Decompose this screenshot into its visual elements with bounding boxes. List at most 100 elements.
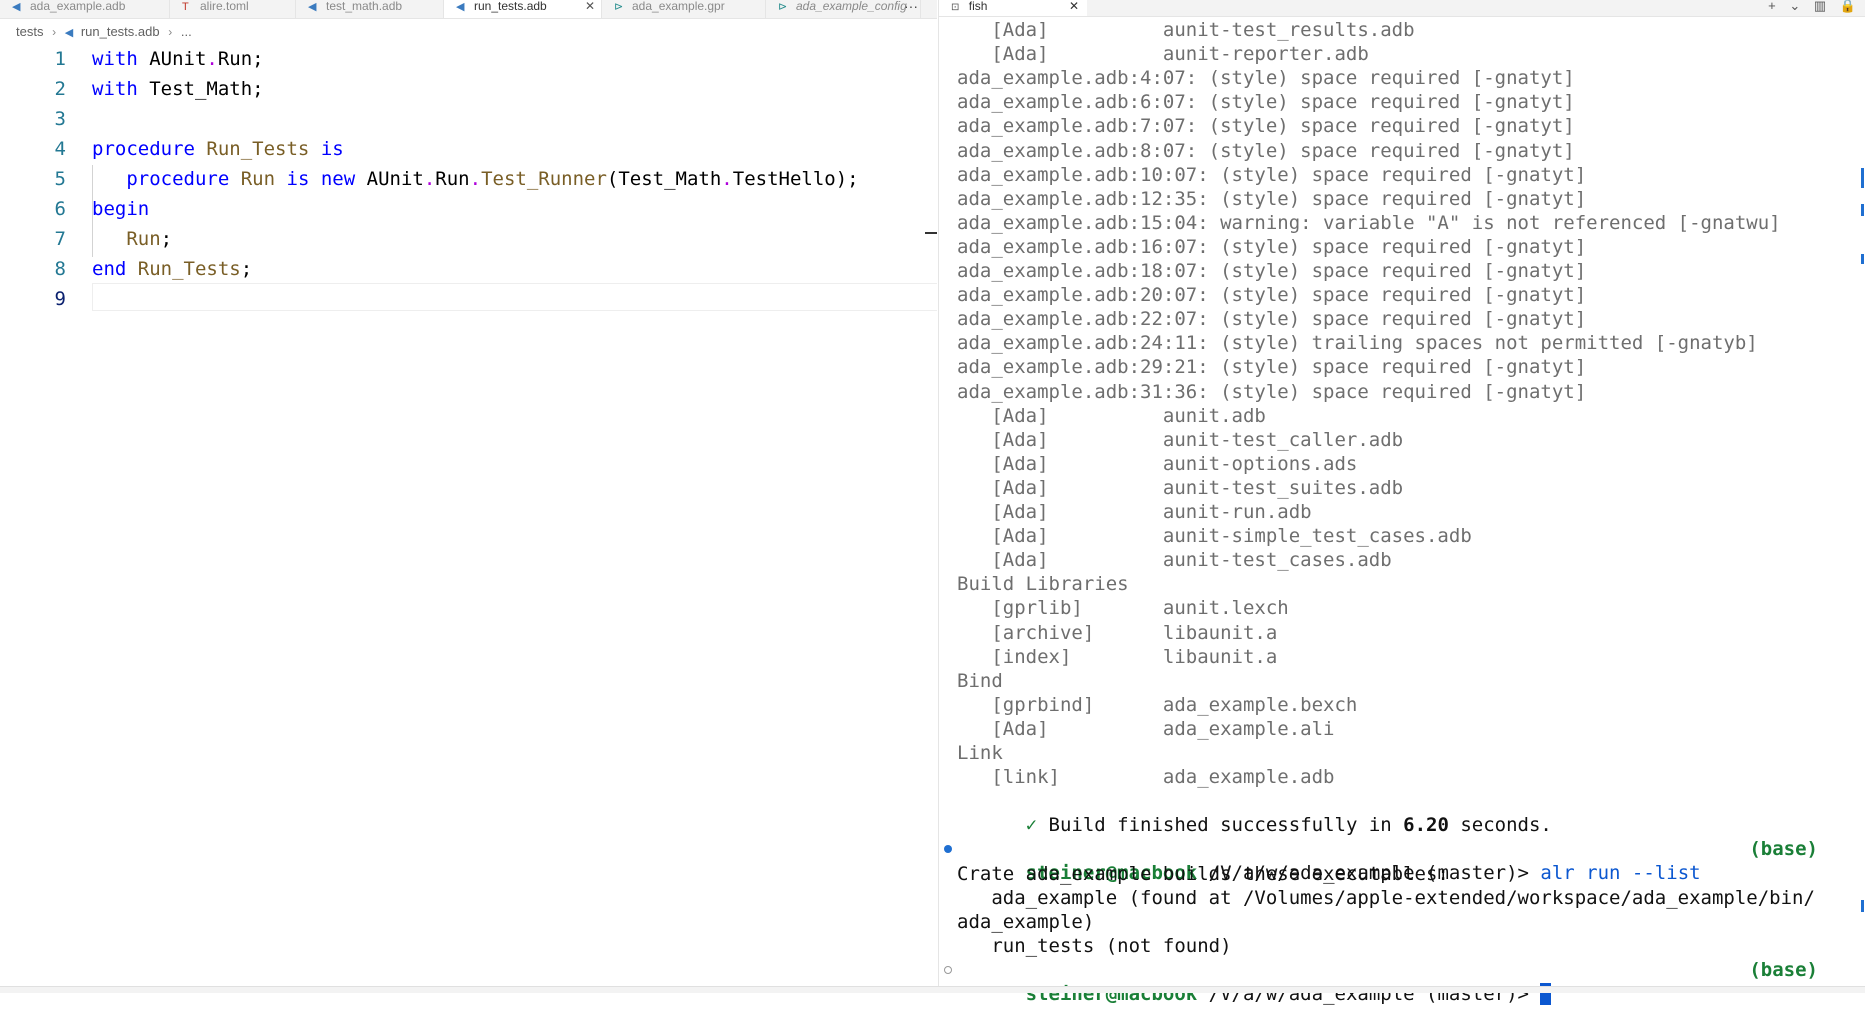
terminal-line: ada_example.adb:20:07: (style) space req… xyxy=(957,284,1587,307)
prompt-line: steiner@macbook /V/a/w/ada_example (mast… xyxy=(957,837,1701,884)
code-text: with AUnit.Run; xyxy=(92,44,264,74)
code-token: AUnit xyxy=(355,168,424,190)
terminal-line: [Ada] aunit-test_suites.adb xyxy=(957,476,1404,499)
code-token: is xyxy=(286,168,310,190)
terminal-line: [Ada] aunit-run.adb xyxy=(957,501,1312,523)
code-line[interactable]: 5 procedure Run is new AUnit.Run.Test_Ru… xyxy=(0,164,937,194)
terminal-line: [Ada] aunit-reporter.adb xyxy=(957,43,1369,66)
tab-label: ada_example_config xyxy=(796,0,907,13)
tab-label: ada_example.gpr xyxy=(632,0,725,13)
code-token: TestHello); xyxy=(732,168,859,190)
code-line[interactable]: 1 with AUnit.Run; xyxy=(0,44,937,74)
code-line[interactable]: 3 xyxy=(0,104,937,134)
code-token: (Test_Math xyxy=(606,168,722,190)
sash-indicator[interactable] xyxy=(925,232,937,234)
editor-pane[interactable]: ◀ ada_example.adb Talire.toml ◀ test_math.ad… xyxy=(0,0,937,992)
tab-label: alire.toml xyxy=(200,0,249,13)
prompt-status-dot xyxy=(944,965,952,974)
line-number: 5 xyxy=(54,168,66,190)
code-text: Run; xyxy=(92,224,172,254)
terminal-line: [index] libaunit.a xyxy=(957,645,1278,668)
terminal-line: [Ada] aunit.adb xyxy=(957,404,1266,427)
code-token: new xyxy=(320,168,356,190)
tab-3[interactable]: ◀ run_tests.adb ✕ xyxy=(444,0,602,18)
terminal-line: ada_example.adb:4:07: (style) space requ… xyxy=(957,67,1575,90)
terminal-pane[interactable]: ⊡ fish ✕ + ⌄ ▥ 🔒 [Ada] aunit-test_result… xyxy=(938,0,1865,1006)
code-line[interactable]: 7 Run; xyxy=(0,224,937,254)
code-text: procedure Run_Tests is xyxy=(92,134,344,164)
code-token: Test_Math; xyxy=(137,78,264,100)
chevron-down-icon[interactable]: ⌄ xyxy=(1789,0,1800,13)
tab-5[interactable]: ⊳ ada_example_config xyxy=(766,0,921,18)
line-number: 3 xyxy=(54,108,66,130)
code-token: Run xyxy=(240,168,276,190)
tab-2[interactable]: ◀ test_math.adb xyxy=(296,0,444,18)
terminal-line: [Ada] aunit-test_cases.adb xyxy=(957,549,1392,572)
terminal-line: [Ada] aunit-test_caller.adb xyxy=(957,428,1404,451)
prompt-line-active[interactable]: steiner@macbook /V/a/w/ada_example (mast… xyxy=(957,958,1552,1006)
terminal-tab[interactable]: ⊡ fish ✕ xyxy=(939,0,1087,16)
line-number: 2 xyxy=(54,78,66,100)
chevron-right-icon: › xyxy=(52,25,57,39)
terminal-line: [Ada] aunit-options.ads xyxy=(957,452,1358,475)
ada-file-icon: ◀ xyxy=(64,27,74,39)
output-line: ada_example) xyxy=(957,910,1095,933)
terminal-line: ada_example.adb:16:07: (style) space req… xyxy=(957,235,1587,258)
breadcrumb: tests › ◀ run_tests.adb › ... xyxy=(16,22,192,42)
code-token: Run_Tests xyxy=(206,138,310,160)
output-line: Crate ada_example builds these executabl… xyxy=(957,862,1449,885)
conda-env-label: (base) xyxy=(1749,837,1818,861)
scroll-marker xyxy=(1861,254,1864,264)
terminal-tab-label: fish xyxy=(968,0,988,13)
tab-0[interactable]: ◀ ada_example.adb xyxy=(0,0,170,18)
code-line[interactable]: 6 begin xyxy=(0,194,937,224)
prompt-status-dot xyxy=(944,845,952,854)
line-number: 7 xyxy=(54,228,66,250)
scroll-marker xyxy=(1861,204,1864,216)
lock-icon[interactable]: 🔒 xyxy=(1840,0,1856,13)
code-line[interactable]: 2 with Test_Math; xyxy=(0,74,937,104)
terminal-line: [gprbind] ada_example.bexch xyxy=(957,693,1358,716)
terminal-line: ada_example.adb:29:21: (style) space req… xyxy=(957,356,1587,379)
code-token: ; xyxy=(160,228,173,250)
code-text: procedure Run is new AUnit.Run.Test_Runn… xyxy=(92,164,859,194)
terminal-line: Bind xyxy=(957,669,1003,692)
code-token: with xyxy=(92,78,138,100)
tab-1[interactable]: Talire.toml xyxy=(170,0,296,18)
output-line: run_tests (not found) xyxy=(957,934,1232,957)
code-token: with xyxy=(92,48,138,70)
code-token: . xyxy=(206,48,218,70)
code-token: Run_Tests xyxy=(137,258,241,280)
code-token: AUnit xyxy=(137,48,207,70)
new-terminal-icon[interactable]: + xyxy=(1768,0,1776,13)
env-name: (base) xyxy=(1749,958,1818,981)
code-text: end Run_Tests; xyxy=(92,254,252,284)
line-number: 6 xyxy=(54,198,66,220)
code-token: procedure xyxy=(92,138,195,160)
current-line-highlight xyxy=(92,283,937,311)
code-line[interactable]: 8 end Run_Tests; xyxy=(0,254,937,284)
more-actions-icon[interactable]: ··· xyxy=(904,0,918,18)
code-text: with Test_Math; xyxy=(92,74,264,104)
breadcrumb-folder[interactable]: tests xyxy=(16,24,43,39)
terminal-line: ada_example.adb:8:07: (style) space requ… xyxy=(957,139,1575,162)
code-token: Run; xyxy=(217,48,264,70)
breadcrumb-file[interactable]: run_tests.adb xyxy=(81,24,160,39)
code-token: end xyxy=(92,258,127,280)
close-icon[interactable]: ✕ xyxy=(585,0,595,18)
code-line[interactable]: 4 procedure Run_Tests is xyxy=(0,134,937,164)
close-icon[interactable]: ✕ xyxy=(1069,0,1079,16)
breadcrumb-symbol[interactable]: ... xyxy=(181,24,192,39)
line-number: 9 xyxy=(54,288,66,310)
split-terminal-icon[interactable]: ▥ xyxy=(1814,0,1826,13)
code-token: . xyxy=(721,168,733,190)
terminal-line: ada_example.adb:10:07: (style) space req… xyxy=(957,163,1587,186)
tab-4[interactable]: ⊳ ada_example.gpr xyxy=(602,0,766,18)
code-token: . xyxy=(423,168,436,190)
build-status-line: ✓ Build finished successfully in 6.20 se… xyxy=(957,789,1552,836)
